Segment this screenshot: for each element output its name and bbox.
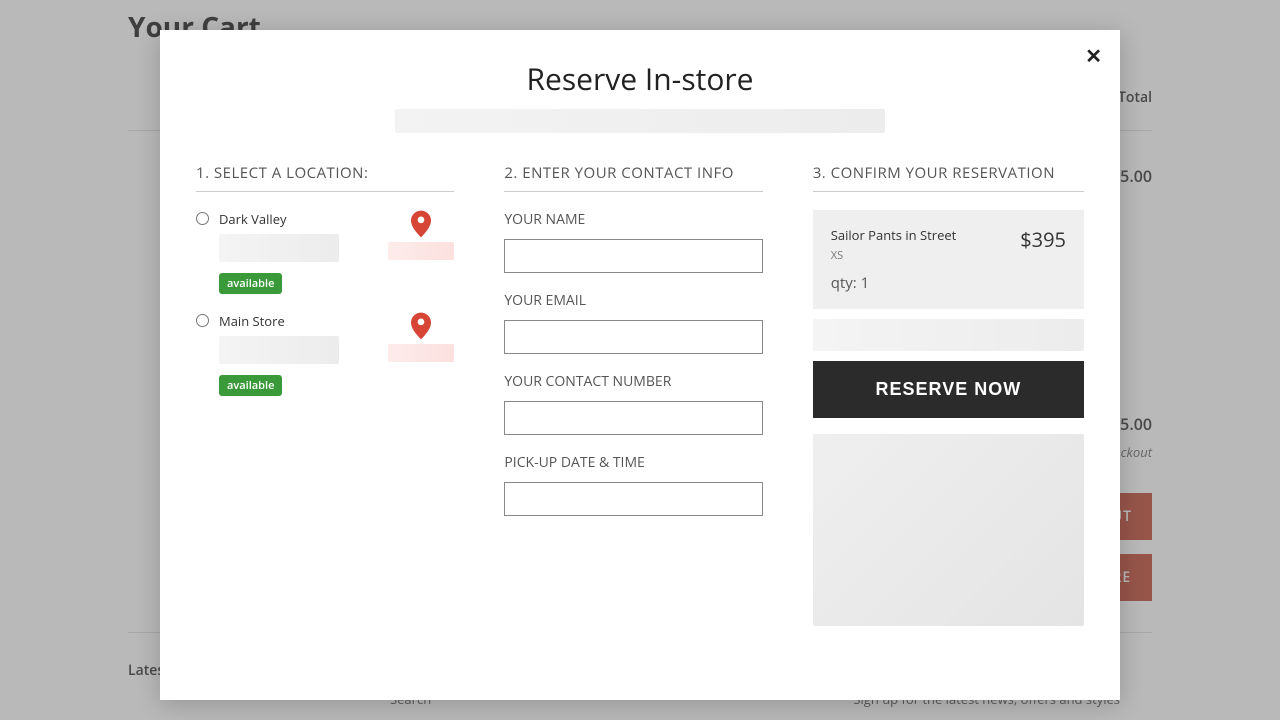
location-name: Dark Valley — [219, 210, 378, 228]
product-name: Sailor Pants in Street — [831, 226, 1021, 244]
map-link-placeholder — [388, 242, 454, 260]
pickup-label: PICK-UP DATE & TIME — [504, 453, 762, 472]
phone-input[interactable] — [504, 401, 762, 435]
modal-title: Reserve In-store — [196, 58, 1084, 99]
step-2-column: 2. ENTER YOUR CONTACT INFO YOUR NAME YOU… — [504, 163, 762, 626]
location-name: Main Store — [219, 312, 378, 330]
product-price: $395 — [1020, 226, 1066, 253]
pickup-datetime-input[interactable] — [504, 482, 762, 516]
location-radio[interactable] — [196, 212, 209, 225]
email-input[interactable] — [504, 320, 762, 354]
step-3-column: 3. CONFIRM YOUR RESERVATION Sailor Pants… — [813, 163, 1084, 626]
map-pin-icon — [411, 210, 431, 238]
availability-badge: available — [219, 273, 282, 294]
step-1-title: 1. SELECT A LOCATION: — [196, 163, 454, 192]
email-label: YOUR EMAIL — [504, 291, 762, 310]
location-option-dark-valley[interactable]: Dark Valley available — [196, 210, 454, 294]
map-pin-icon — [411, 312, 431, 340]
step-2-title: 2. ENTER YOUR CONTACT INFO — [504, 163, 762, 192]
product-qty: qty: 1 — [831, 273, 1021, 293]
summary-placeholder — [813, 319, 1084, 351]
reserve-now-button[interactable]: RESERVE NOW — [813, 361, 1084, 418]
availability-badge: available — [219, 375, 282, 396]
product-size: XS — [831, 248, 1021, 263]
close-icon[interactable]: ✕ — [1085, 44, 1102, 69]
location-option-main-store[interactable]: Main Store available — [196, 312, 454, 396]
info-placeholder — [813, 434, 1084, 626]
location-address-placeholder — [219, 336, 339, 364]
reserve-in-store-modal: ✕ Reserve In-store 1. SELECT A LOCATION:… — [160, 30, 1120, 700]
location-radio[interactable] — [196, 314, 209, 327]
name-label: YOUR NAME — [504, 210, 762, 229]
subtitle-placeholder — [395, 109, 885, 133]
location-address-placeholder — [219, 234, 339, 262]
phone-label: YOUR CONTACT NUMBER — [504, 372, 762, 391]
name-input[interactable] — [504, 239, 762, 273]
step-1-column: 1. SELECT A LOCATION: Dark Valley availa… — [196, 163, 454, 626]
map-link-placeholder — [388, 344, 454, 362]
reservation-summary: Sailor Pants in Street XS qty: 1 $395 — [813, 210, 1084, 309]
step-3-title: 3. CONFIRM YOUR RESERVATION — [813, 163, 1084, 192]
